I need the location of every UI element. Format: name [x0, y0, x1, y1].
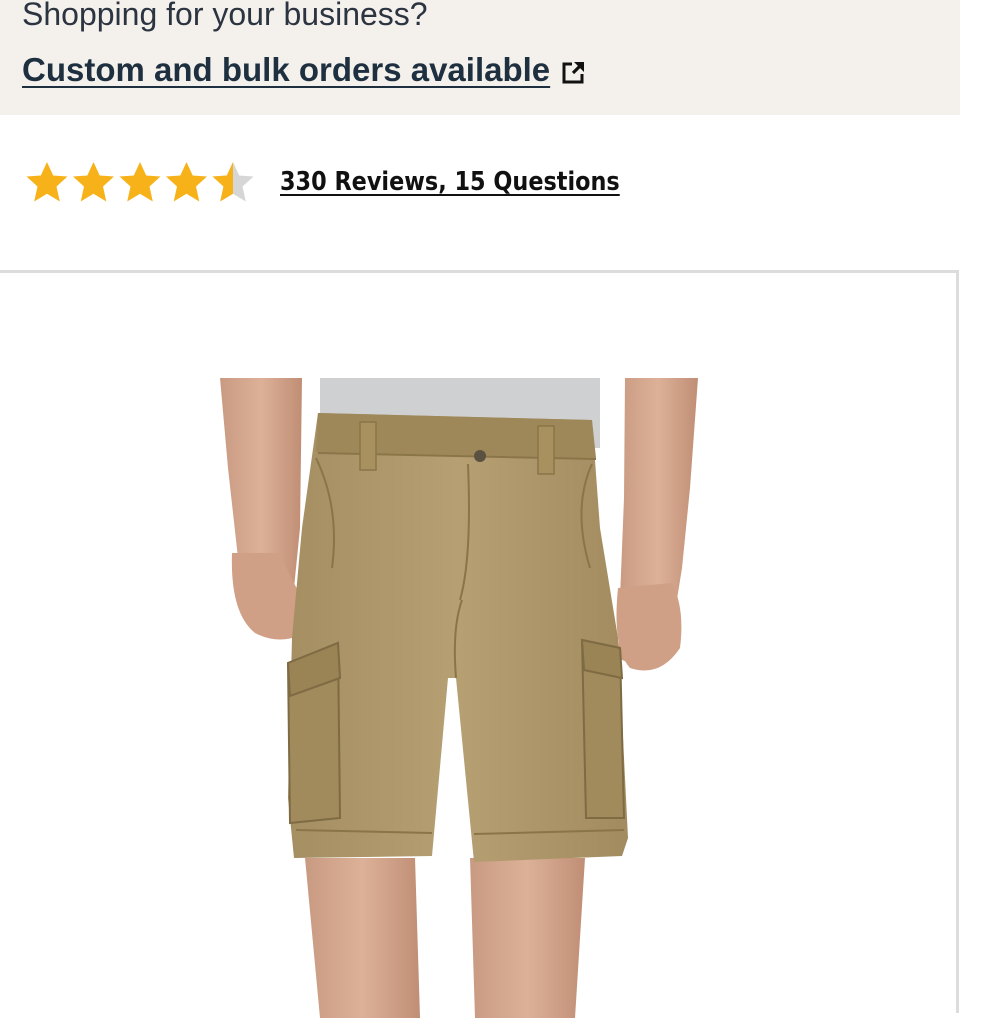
star-icon — [166, 162, 207, 202]
external-link-icon[interactable] — [561, 59, 587, 85]
product-image-cargo-shorts[interactable] — [220, 378, 700, 1018]
business-banner: Shopping for your business? Custom and b… — [0, 0, 960, 115]
star-icon — [73, 162, 114, 202]
custom-bulk-orders-link[interactable]: Custom and bulk orders available — [22, 49, 550, 91]
business-question: Shopping for your business? — [22, 0, 428, 32]
star-icon — [212, 162, 254, 202]
rating-row: 330 Reviews, 15 Questions — [24, 158, 724, 208]
product-image-frame — [0, 270, 959, 1018]
reviews-questions-link[interactable]: 330 Reviews, 15 Questions — [280, 166, 620, 198]
star-rating[interactable] — [24, 160, 256, 206]
star-icon — [119, 162, 161, 202]
star-icon — [26, 162, 68, 202]
